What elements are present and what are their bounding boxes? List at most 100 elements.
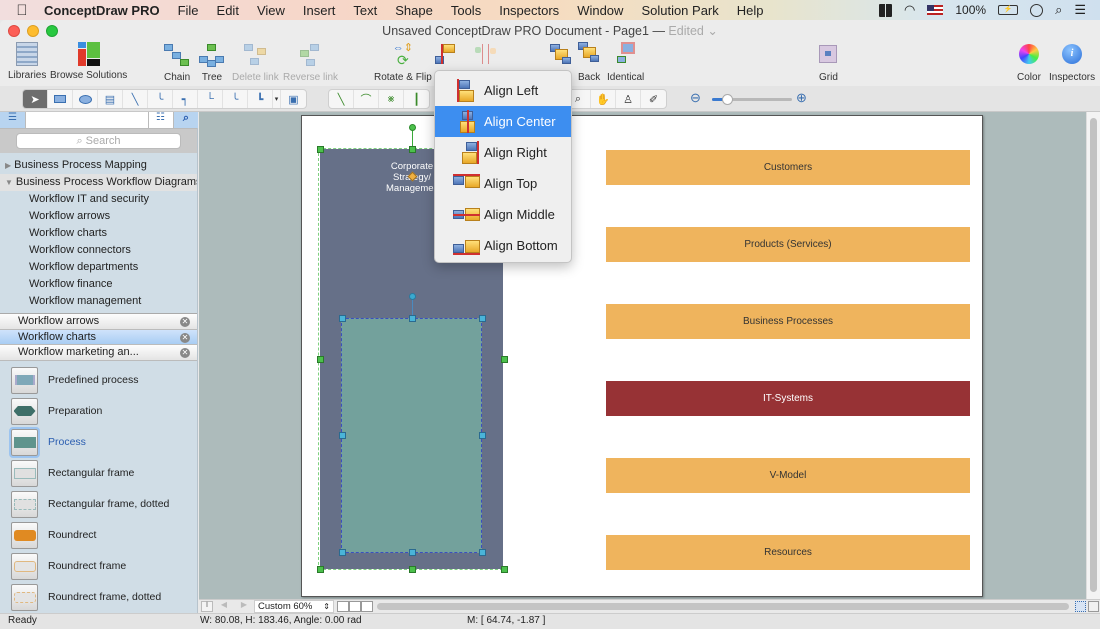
shape-predefined-process[interactable]: Predefined process: [0, 365, 197, 396]
align-button[interactable]: [434, 44, 456, 70]
resize-handle-e[interactable]: [501, 356, 508, 363]
polyline-tool[interactable]: ⨳: [379, 90, 404, 108]
menu-view[interactable]: View: [257, 3, 285, 18]
orthogonal-connector-tool[interactable]: └: [198, 90, 223, 108]
inner-handle-ne[interactable]: [479, 315, 486, 322]
resize-handle-s[interactable]: [409, 566, 416, 573]
bar-customers[interactable]: Customers: [606, 150, 970, 185]
bar-products-services[interactable]: Products (Services): [606, 227, 970, 262]
resize-handle-n[interactable]: [409, 146, 416, 153]
library-tab-workflow-marketing[interactable]: Workflow marketing an... ✕: [0, 345, 197, 361]
rotation-handle[interactable]: [409, 124, 416, 131]
delete-link-button[interactable]: Delete link: [232, 42, 279, 83]
shape-rectangular-frame-dotted[interactable]: Rectangular frame, dotted: [0, 489, 197, 520]
libraries-button[interactable]: Libraries: [8, 42, 46, 81]
tree-item-workflow-it-security[interactable]: Workflow IT and security: [0, 191, 197, 208]
ellipse-tool[interactable]: [73, 90, 98, 108]
clock-icon[interactable]: [1030, 3, 1044, 17]
tree-item-workflow-marketing-sales[interactable]: Workflow marketing and sales: [0, 310, 197, 313]
window-tiling-icon[interactable]: [879, 3, 893, 17]
identical-button[interactable]: Identical: [607, 42, 644, 83]
inner-handle-nw[interactable]: [339, 315, 346, 322]
close-library-icon[interactable]: ✕: [180, 332, 190, 343]
menu-tools[interactable]: Tools: [451, 3, 481, 18]
close-library-icon[interactable]: ✕: [180, 317, 190, 327]
wifi-icon[interactable]: ◠: [904, 2, 915, 18]
inner-handle-s[interactable]: [409, 549, 416, 556]
library-tab-workflow-arrows[interactable]: Workflow arrows ✕: [0, 314, 197, 330]
zoom-slider-knob[interactable]: [722, 94, 733, 105]
previous-page-icon[interactable]: ◀: [217, 600, 231, 612]
menu-window[interactable]: Window: [577, 3, 623, 18]
resize-handle-sw[interactable]: [317, 566, 324, 573]
chain-button[interactable]: Chain: [164, 42, 190, 83]
inner-handle-w[interactable]: [339, 432, 346, 439]
round-connector-tool[interactable]: ╰: [223, 90, 248, 108]
tree-group-business-process-workflow[interactable]: ▼ Business Process Workflow Diagrams: [0, 174, 197, 191]
menu-shape[interactable]: Shape: [395, 3, 433, 18]
shape-roundrect[interactable]: Roundrect: [0, 520, 197, 551]
insert-shape-tool[interactable]: ▣: [281, 90, 306, 108]
tree-item-workflow-finance[interactable]: Workflow finance: [0, 276, 197, 293]
resize-handle-w[interactable]: [317, 356, 324, 363]
close-library-icon[interactable]: ✕: [180, 348, 190, 358]
shape-rectangular-frame[interactable]: Rectangular frame: [0, 458, 197, 489]
grid-button[interactable]: Grid: [819, 42, 838, 83]
shape-roundrect-frame-dotted[interactable]: Roundrect frame, dotted: [0, 582, 197, 613]
inspectors-button[interactable]: i Inspectors: [1049, 42, 1095, 83]
menu-item-align-center[interactable]: Align Center: [435, 106, 571, 137]
zoom-in-icon[interactable]: ⊕: [796, 90, 807, 106]
library-search-input[interactable]: ⌕ Search: [16, 133, 181, 149]
menu-edit[interactable]: Edit: [217, 3, 239, 18]
bring-front-button[interactable]: [550, 44, 572, 70]
menu-item-align-bottom[interactable]: Align Bottom: [435, 230, 571, 261]
input-source-flag-icon[interactable]: [927, 5, 944, 15]
library-tab-workflow-charts[interactable]: Workflow charts ✕: [0, 329, 197, 345]
tree-item-workflow-charts[interactable]: Workflow charts: [0, 225, 197, 242]
bar-resources[interactable]: Resources: [606, 535, 970, 570]
bar-v-model[interactable]: V-Model: [606, 458, 970, 493]
diagram-page[interactable]: Corporate Strategy/ Management Customers…: [301, 115, 983, 597]
apple-icon[interactable]: : [0, 2, 44, 19]
direct-connector-tool[interactable]: ╲: [123, 90, 148, 108]
disclosure-right-icon[interactable]: ▶: [5, 161, 11, 170]
hand-pan-icon[interactable]: ✋: [591, 90, 616, 108]
chevron-down-icon[interactable]: ⌄: [704, 24, 717, 38]
rotate-flip-button[interactable]: ⇔⇕ ⟳ Rotate & Flip: [374, 42, 432, 83]
page-thumbnails[interactable]: [337, 601, 373, 612]
search-toggle-icon[interactable]: ⌕: [173, 112, 198, 128]
inner-rotation-handle[interactable]: [409, 293, 416, 300]
fit-page-icon[interactable]: [1075, 601, 1086, 612]
resize-handle-se[interactable]: [501, 566, 508, 573]
actual-size-icon[interactable]: [1088, 601, 1099, 612]
rectangle-tool[interactable]: [48, 90, 73, 108]
inner-handle-n[interactable]: [409, 315, 416, 322]
menu-solution-park[interactable]: Solution Park: [641, 3, 718, 18]
back-button[interactable]: Back: [578, 42, 600, 83]
pause-icon[interactable]: ‖: [201, 601, 213, 612]
tree-view-toggle-icon[interactable]: ☰: [0, 112, 26, 128]
color-button[interactable]: Color: [1017, 42, 1041, 83]
grid-view-toggle-icon[interactable]: ☷: [148, 112, 172, 128]
tree-item-workflow-connectors[interactable]: Workflow connectors: [0, 242, 197, 259]
resize-handle-nw[interactable]: [317, 146, 324, 153]
menu-item-align-right[interactable]: Align Right: [435, 137, 571, 168]
zoom-out-icon[interactable]: ⊖: [690, 90, 701, 106]
reverse-link-button[interactable]: Reverse link: [283, 42, 338, 83]
line-tool[interactable]: ╲: [329, 90, 354, 108]
edited-indicator[interactable]: Edited: [668, 24, 703, 38]
tree-group-business-process-mapping[interactable]: ▶ Business Process Mapping: [0, 157, 197, 174]
arc-connector-tool[interactable]: ╰: [148, 90, 173, 108]
bar-it-systems[interactable]: IT-Systems: [606, 381, 970, 416]
page-thumb[interactable]: [338, 602, 348, 611]
shape-process[interactable]: Process: [0, 426, 197, 458]
menu-file[interactable]: File: [178, 3, 199, 18]
page-thumb[interactable]: [350, 602, 360, 611]
process-shape[interactable]: [341, 318, 482, 553]
menu-text[interactable]: Text: [353, 3, 377, 18]
menu-help[interactable]: Help: [737, 3, 764, 18]
zoom-select[interactable]: Custom 60% ⇕: [254, 600, 334, 613]
shape-roundrect-frame[interactable]: Roundrect frame: [0, 551, 197, 582]
menu-item-align-left[interactable]: Align Left: [435, 75, 571, 106]
horizontal-scrollbar[interactable]: [377, 603, 1069, 610]
